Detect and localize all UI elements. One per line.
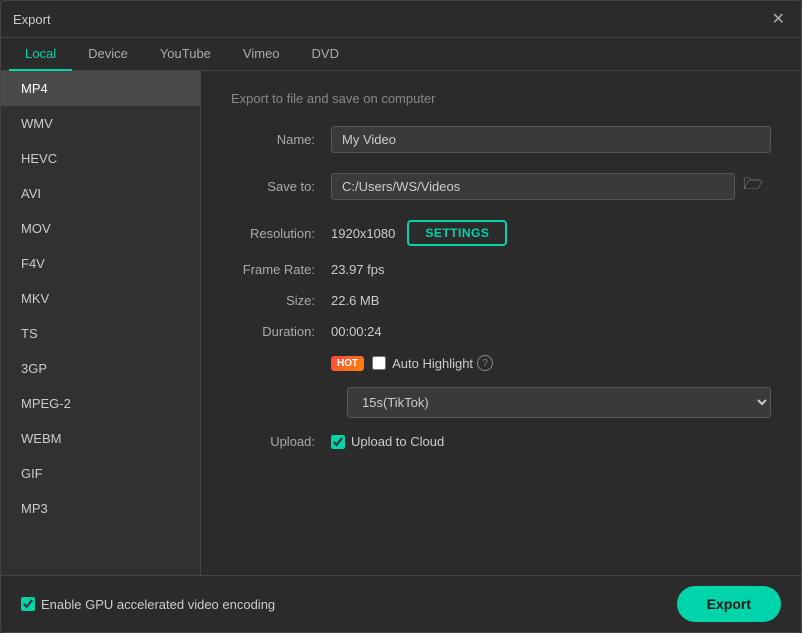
gpu-checkbox[interactable] [21, 597, 35, 611]
gpu-label-text: Enable GPU accelerated video encoding [41, 597, 275, 612]
auto-highlight-checkbox[interactable] [372, 356, 386, 370]
sidebar-item-mp3[interactable]: MP3 [1, 491, 200, 526]
gpu-checkbox-label[interactable]: Enable GPU accelerated video encoding [21, 597, 275, 612]
sidebar-item-hevc[interactable]: HEVC [1, 141, 200, 176]
upload-row: Upload: Upload to Cloud [231, 434, 771, 449]
tab-youtube[interactable]: YouTube [144, 38, 227, 71]
sidebar-item-avi[interactable]: AVI [1, 176, 200, 211]
frame-rate-value: 23.97 fps [331, 262, 385, 277]
hot-badge: HOT [331, 356, 364, 371]
save-to-input-row: 🗁 [331, 169, 771, 204]
upload-label: Upload: [231, 434, 331, 449]
frame-rate-row: Frame Rate: 23.97 fps [231, 262, 771, 277]
tab-bar: Local Device YouTube Vimeo DVD [1, 38, 801, 71]
tab-vimeo[interactable]: Vimeo [227, 38, 296, 71]
close-button[interactable]: ✕ [768, 9, 789, 29]
sidebar-item-webm[interactable]: WEBM [1, 421, 200, 456]
highlight-dropdown-row: 15s(TikTok) 30s(Instagram) 60s(YouTube) … [231, 387, 771, 418]
auto-highlight-content: HOT Auto Highlight ? [331, 355, 771, 371]
upload-cloud-label[interactable]: Upload to Cloud [331, 434, 444, 449]
sidebar-item-mov[interactable]: MOV [1, 211, 200, 246]
upload-cloud-checkbox[interactable] [331, 435, 345, 449]
frame-rate-label: Frame Rate: [231, 262, 331, 277]
sidebar-item-gif[interactable]: GIF [1, 456, 200, 491]
auto-highlight-text: Auto Highlight [392, 356, 473, 371]
size-label: Size: [231, 293, 331, 308]
duration-label: Duration: [231, 324, 331, 339]
bottom-bar: Enable GPU accelerated video encoding Ex… [1, 575, 801, 632]
highlight-dropdown[interactable]: 15s(TikTok) 30s(Instagram) 60s(YouTube) … [347, 387, 771, 418]
auto-highlight-row: HOT Auto Highlight ? [231, 355, 771, 371]
folder-button[interactable]: 🗁 [735, 169, 771, 204]
title-bar: Export ✕ [1, 1, 801, 38]
sidebar-item-ts[interactable]: TS [1, 316, 200, 351]
resolution-label: Resolution: [231, 226, 331, 241]
duration-row: Duration: 00:00:24 [231, 324, 771, 339]
resolution-row: Resolution: 1920x1080 SETTINGS [231, 220, 771, 246]
content-area: MP4 WMV HEVC AVI MOV F4V MKV TS 3GP MPEG… [1, 71, 801, 575]
export-window: Export ✕ Local Device YouTube Vimeo DVD … [0, 0, 802, 633]
save-to-row: Save to: 🗁 [231, 169, 771, 204]
save-to-input[interactable] [331, 173, 735, 200]
auto-highlight-checkbox-label[interactable]: Auto Highlight [372, 356, 473, 371]
name-input[interactable] [331, 126, 771, 153]
sidebar-item-mpeg2[interactable]: MPEG-2 [1, 386, 200, 421]
resolution-value: 1920x1080 [331, 226, 395, 241]
help-icon[interactable]: ? [477, 355, 493, 371]
sidebar-item-wmv[interactable]: WMV [1, 106, 200, 141]
name-row: Name: [231, 126, 771, 153]
save-to-label: Save to: [231, 179, 331, 194]
name-label: Name: [231, 132, 331, 147]
tab-dvd[interactable]: DVD [296, 38, 355, 71]
export-button[interactable]: Export [677, 586, 781, 622]
tab-device[interactable]: Device [72, 38, 144, 71]
window-title: Export [13, 12, 51, 27]
settings-button[interactable]: SETTINGS [407, 220, 507, 246]
tab-local[interactable]: Local [9, 38, 72, 71]
sidebar-item-mkv[interactable]: MKV [1, 281, 200, 316]
sidebar-item-mp4[interactable]: MP4 [1, 71, 200, 106]
sidebar: MP4 WMV HEVC AVI MOV F4V MKV TS 3GP MPEG… [1, 71, 201, 575]
upload-cloud-text: Upload to Cloud [351, 434, 444, 449]
main-panel: Export to file and save on computer Name… [201, 71, 801, 575]
export-subtitle: Export to file and save on computer [231, 91, 771, 106]
duration-value: 00:00:24 [331, 324, 382, 339]
sidebar-item-3gp[interactable]: 3GP [1, 351, 200, 386]
sidebar-item-f4v[interactable]: F4V [1, 246, 200, 281]
size-row: Size: 22.6 MB [231, 293, 771, 308]
resolution-value-row: 1920x1080 SETTINGS [331, 220, 771, 246]
size-value: 22.6 MB [331, 293, 379, 308]
